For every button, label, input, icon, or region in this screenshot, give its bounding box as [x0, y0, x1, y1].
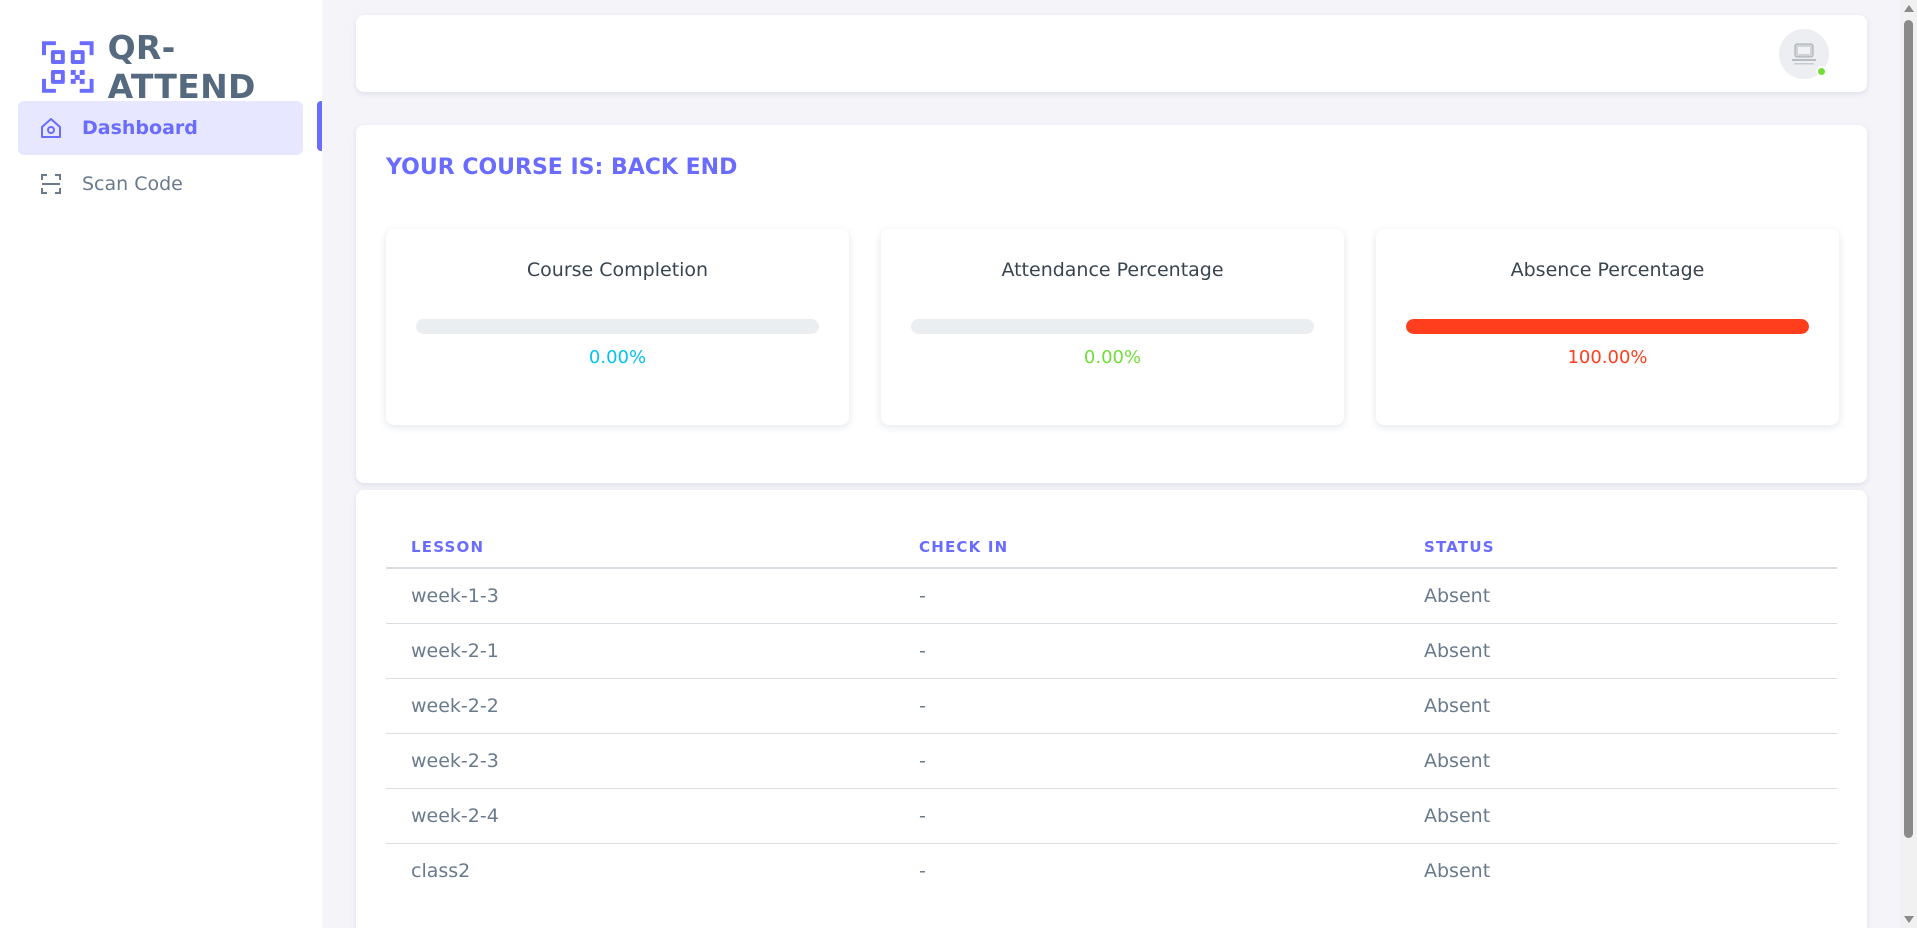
column-header-status: STATUS [1399, 526, 1837, 569]
top-navbar [356, 15, 1867, 92]
scroll-down-arrow-icon[interactable] [1904, 916, 1914, 923]
lesson-cell: week-1-3 [386, 568, 894, 624]
check-in-cell: - [894, 623, 1399, 679]
lesson-cell: week-2-2 [386, 678, 894, 734]
progress-fill [1406, 319, 1809, 334]
stat-value: 0.00% [588, 347, 647, 368]
stat-value: 0.00% [1083, 347, 1142, 368]
attendance-percentage-card: Attendance Percentage 0.00% [881, 229, 1344, 425]
course-completion-card: Course Completion 0.00% [386, 229, 849, 425]
sidebar-item-label: Dashboard [82, 117, 198, 139]
table-row: week-2-1 - Absent [386, 623, 1837, 679]
check-in-cell: - [894, 678, 1399, 734]
lesson-cell: class2 [411, 859, 471, 882]
attendance-table: LESSON CHECK IN STATUS week-1-3 - Absent… [386, 526, 1837, 898]
column-header-check-in: CHECK IN [894, 526, 1399, 569]
attendance-table-card: LESSON CHECK IN STATUS week-1-3 - Absent… [356, 490, 1867, 928]
lesson-cell: week-2-1 [386, 623, 894, 679]
absence-percentage-card: Absence Percentage 100.00% [1376, 229, 1839, 425]
app-name: QR-ATTEND [107, 28, 256, 106]
table-header-row: LESSON CHECK IN STATUS [386, 526, 1837, 569]
check-in-cell: - [894, 788, 1399, 844]
app-logo[interactable]: QR-ATTEND [42, 28, 322, 106]
stat-title: Absence Percentage [1510, 259, 1705, 281]
status-cell: Absent [1399, 623, 1837, 679]
column-header-lesson: LESSON [386, 526, 894, 569]
stat-value: 100.00% [1567, 347, 1648, 368]
qr-code-icon [42, 41, 94, 93]
home-icon [38, 115, 64, 141]
course-summary-card: YOUR COURSE IS: BACK END Course Completi… [356, 125, 1867, 483]
check-in-cell: - [894, 733, 1399, 789]
table-row: week-1-3 - Absent [386, 568, 1837, 624]
check-in-cell: - [919, 859, 926, 882]
sidebar-item-label: Scan Code [82, 173, 183, 195]
table-row: week-2-3 - Absent [386, 733, 1837, 789]
progress-bar [1406, 319, 1809, 334]
scan-icon [38, 171, 64, 197]
table-row: week-2-2 - Absent [386, 678, 1837, 734]
status-cell: Absent [1399, 733, 1837, 789]
active-indicator [317, 101, 322, 151]
online-status-indicator [1816, 66, 1827, 77]
avatar[interactable] [1779, 29, 1829, 79]
status-cell: Absent [1424, 859, 1491, 882]
status-cell: Absent [1399, 568, 1837, 624]
avatar-placeholder-icon [1792, 43, 1816, 65]
table-row: week-2-4 - Absent [386, 788, 1837, 844]
progress-bar [416, 319, 819, 334]
stat-title: Course Completion [526, 259, 709, 281]
scroll-thumb[interactable] [1904, 20, 1913, 838]
sidebar: QR-ATTEND Dashboard Scan Code [0, 0, 322, 928]
sidebar-item-scan-code[interactable]: Scan Code [18, 157, 303, 211]
check-in-cell: - [894, 568, 1399, 624]
table-row: class2 - Absent [386, 843, 1837, 898]
page-scrollbar[interactable] [1900, 0, 1917, 928]
lesson-cell: week-2-3 [386, 733, 894, 789]
status-cell: Absent [1399, 678, 1837, 734]
progress-bar [911, 319, 1314, 334]
course-title: YOUR COURSE IS: BACK END [386, 155, 738, 180]
sidebar-item-dashboard[interactable]: Dashboard [18, 101, 303, 155]
scroll-up-arrow-icon[interactable] [1904, 5, 1914, 12]
status-cell: Absent [1399, 788, 1837, 844]
stat-title: Attendance Percentage [1001, 259, 1224, 281]
lesson-cell: week-2-4 [386, 788, 894, 844]
